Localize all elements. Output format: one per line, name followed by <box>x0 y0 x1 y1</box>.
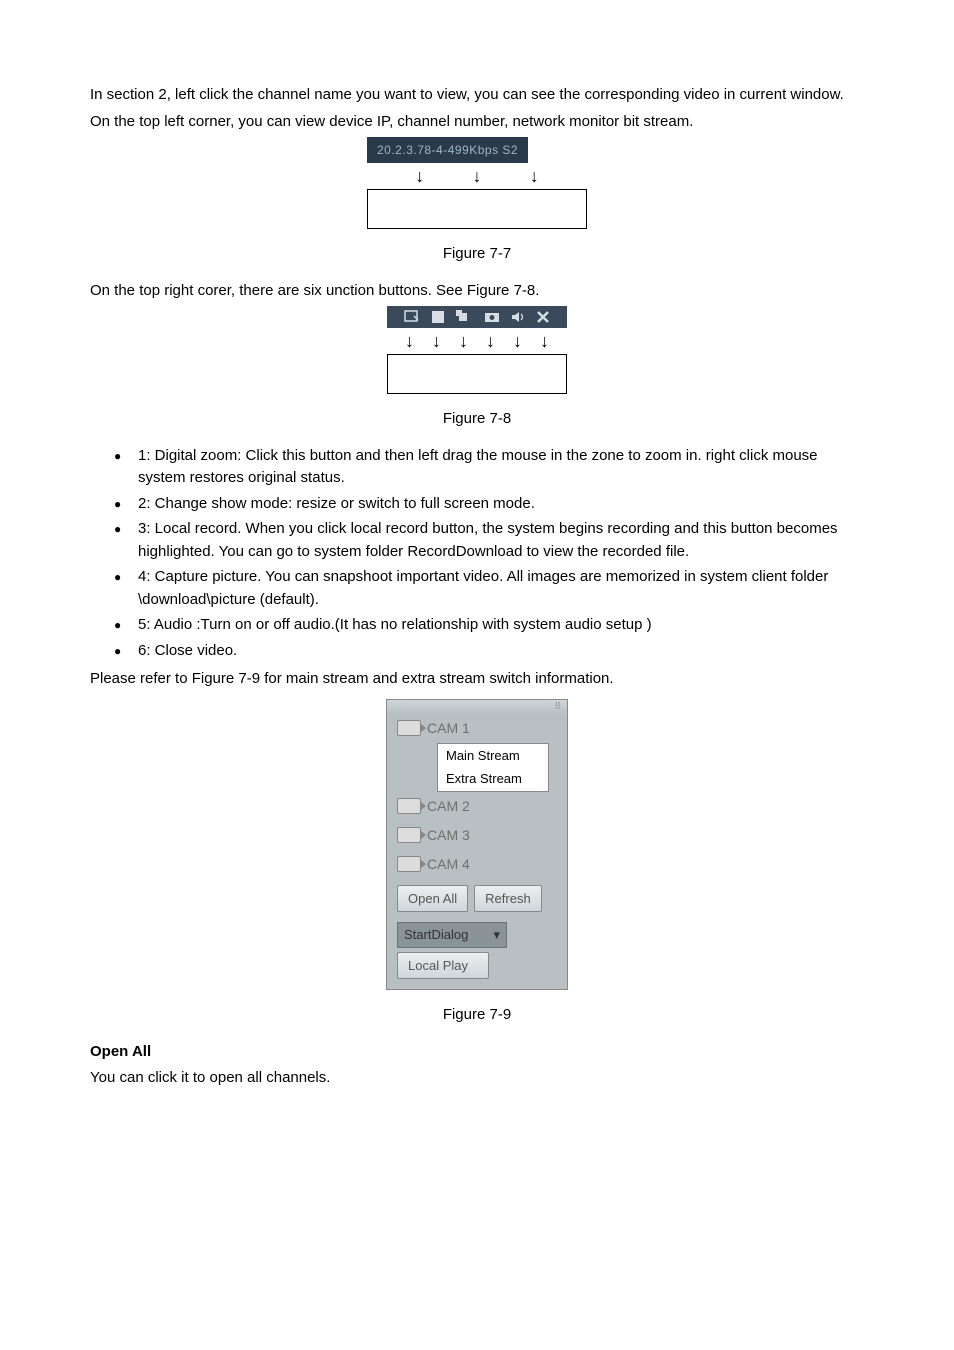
arrow-down-icon: ↓ <box>459 332 468 350</box>
icon-bar <box>387 306 567 328</box>
resize-icon <box>431 310 445 324</box>
audio-icon <box>511 310 525 324</box>
capture-icon <box>484 310 500 324</box>
refresh-button[interactable]: Refresh <box>474 885 542 913</box>
arrow-down-icon: ↓ <box>432 332 441 350</box>
empty-descriptor-box-2 <box>387 354 567 394</box>
arrow-down-icon: ↓ <box>473 167 482 185</box>
cam-item-4[interactable]: CAM 4 <box>387 850 567 879</box>
cam-context-menu: Main Stream Extra Stream <box>437 743 549 792</box>
panel-drag-handle[interactable]: ⠿ <box>387 700 567 714</box>
open-all-desc: You can click it to open all channels. <box>90 1067 864 1090</box>
figure-7-7-caption: Figure 7-7 <box>90 243 864 266</box>
start-dialog-dropdown[interactable]: StartDialog ▾ <box>397 922 507 948</box>
cam-label-4: CAM 4 <box>427 854 470 875</box>
paragraph-1: In section 2, left click the channel nam… <box>90 84 864 107</box>
cam-item-3[interactable]: CAM 3 <box>387 821 567 850</box>
bullet-item-4: 4: Capture picture. You can snapshoot im… <box>114 566 864 611</box>
figure-7-8-diagram: ↓ ↓ ↓ ↓ ↓ ↓ <box>387 306 567 394</box>
arrow-down-icon: ↓ <box>530 167 539 185</box>
start-dialog-label: StartDialog <box>404 925 468 945</box>
cam-label-2: CAM 2 <box>427 796 470 817</box>
bullet-item-2: 2: Change show mode: resize or switch to… <box>114 493 864 516</box>
figure-7-8-caption: Figure 7-8 <box>90 408 864 431</box>
record-icon <box>456 310 472 324</box>
camera-icon <box>397 856 421 872</box>
paragraph-3: On the top right corer, there are six un… <box>90 280 864 303</box>
bullet-item-5: 5: Audio :Turn on or off audio.(It has n… <box>114 614 864 637</box>
arrow-down-icon: ↓ <box>405 332 414 350</box>
cam-item-1[interactable]: CAM 1 <box>387 714 567 743</box>
bullet-item-1: 1: Digital zoom: Click this button and t… <box>114 445 864 490</box>
bullet-item-3: 3: Local record. When you click local re… <box>114 518 864 563</box>
cam-item-2[interactable]: CAM 2 <box>387 792 567 821</box>
camera-panel: ⠿ CAM 1 Main Stream Extra Stream CAM 2 C… <box>386 699 568 991</box>
arrow-row-77: ↓ ↓ ↓ <box>367 167 587 185</box>
ip-banner: 20.2.3.78-4-499Kbps S2 <box>367 137 528 163</box>
camera-icon <box>397 798 421 814</box>
feature-bullet-list: 1: Digital zoom: Click this button and t… <box>90 445 864 663</box>
camera-icon <box>397 827 421 843</box>
figure-7-7-diagram: 20.2.3.78-4-499Kbps S2 ↓ ↓ ↓ <box>367 137 587 229</box>
paragraph-4: Please refer to Figure 7-9 for main stre… <box>90 668 864 691</box>
empty-descriptor-box <box>367 189 587 229</box>
arrow-down-icon: ↓ <box>486 332 495 350</box>
close-icon <box>536 310 550 324</box>
local-play-button[interactable]: Local Play <box>397 952 489 980</box>
open-all-button[interactable]: Open All <box>397 885 468 913</box>
bullet-item-6: 6: Close video. <box>114 640 864 663</box>
camera-icon <box>397 720 421 736</box>
context-extra-stream[interactable]: Extra Stream <box>438 767 548 791</box>
arrow-row-78: ↓ ↓ ↓ ↓ ↓ ↓ <box>387 332 567 350</box>
open-all-heading: Open All <box>90 1041 864 1064</box>
arrow-down-icon: ↓ <box>415 167 424 185</box>
arrow-down-icon: ↓ <box>513 332 522 350</box>
chevron-down-icon: ▾ <box>493 925 500 945</box>
paragraph-2: On the top left corner, you can view dev… <box>90 111 864 134</box>
arrow-down-icon: ↓ <box>540 332 549 350</box>
zoom-icon <box>404 310 420 324</box>
figure-7-9-caption: Figure 7-9 <box>90 1004 864 1027</box>
cam-label-3: CAM 3 <box>427 825 470 846</box>
cam-label-1: CAM 1 <box>427 718 470 739</box>
context-main-stream[interactable]: Main Stream <box>438 744 548 768</box>
